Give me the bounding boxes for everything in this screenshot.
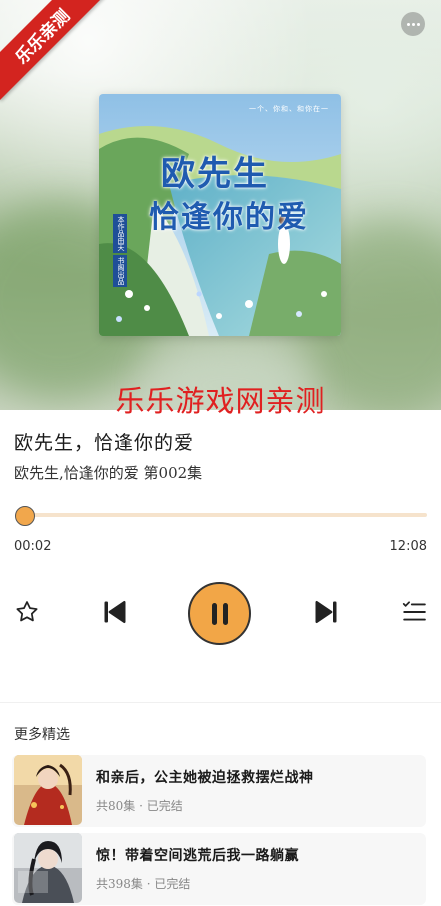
- cover-side-label: 本作品由天: [113, 214, 127, 253]
- completion-status: 已完结: [146, 799, 183, 813]
- recommendation-meta: 共398集 · 已完结: [96, 875, 190, 892]
- recommendation-thumbnail: [14, 755, 82, 825]
- cover-tagline: 一个、你和、和你在一: [249, 105, 329, 113]
- episode-count: 共398集: [96, 877, 143, 891]
- favorite-button[interactable]: [12, 597, 42, 627]
- album-cover: 一个、你和、和你在一 欧先生 恰逢你的爱 本作品由天 书阁出品: [99, 94, 341, 336]
- more-dot-icon: [406, 22, 410, 26]
- section-divider: [0, 702, 441, 703]
- recommendation-title: 惊！带着空间逃荒后我一路躺赢: [96, 848, 299, 864]
- skip-next-icon: [315, 600, 337, 624]
- more-options-button[interactable]: [401, 12, 425, 36]
- playlist-button[interactable]: [399, 597, 429, 627]
- skip-previous-icon: [104, 600, 126, 624]
- recommendation-thumbnail: [14, 833, 82, 903]
- progress-thumb[interactable]: [15, 506, 36, 526]
- thumbnail-art: [14, 755, 82, 825]
- more-dot-icon: [416, 22, 420, 26]
- center-watermark: 乐乐游戏网亲测: [115, 384, 326, 418]
- more-dot-icon: [411, 22, 415, 26]
- track-subtitle: 欧先生,恰逢你的爱 第002集: [14, 464, 203, 482]
- current-time: 00:02: [14, 539, 52, 554]
- cover-side-label: 书阁出品: [113, 255, 127, 287]
- playlist-icon: [402, 601, 426, 621]
- next-button[interactable]: [311, 597, 341, 627]
- cover-title-line2: 恰逢你的爱: [149, 200, 309, 235]
- star-outline-icon: [16, 601, 38, 622]
- total-time: 12:08: [389, 539, 427, 554]
- cover-title-line1: 欧先生: [161, 154, 269, 194]
- thumbnail-art: [14, 833, 82, 903]
- hero-background: 一个、你和、和你在一 欧先生 恰逢你的爱 本作品由天 书阁出品: [0, 0, 441, 410]
- pause-button[interactable]: [188, 582, 251, 645]
- recommendation-card[interactable]: 和亲后，公主她被迫拯救摆烂战神 共80集 · 已完结: [12, 755, 426, 827]
- completion-status: 已完结: [154, 877, 191, 891]
- recommendation-card[interactable]: 惊！带着空间逃荒后我一路躺赢 共398集 · 已完结: [12, 833, 426, 905]
- cover-side-labels: 本作品由天 书阁出品: [113, 214, 127, 287]
- recommendation-title: 和亲后，公主她被迫拯救摆烂战神: [96, 770, 314, 786]
- progress-bar[interactable]: [24, 513, 427, 517]
- episode-count: 共80集: [96, 799, 136, 813]
- track-title: 欧先生，恰逢你的爱: [14, 432, 195, 454]
- meta-separator: ·: [139, 799, 147, 813]
- previous-button[interactable]: [100, 597, 130, 627]
- pause-icon: [211, 602, 228, 625]
- recommendation-meta: 共80集 · 已完结: [96, 797, 183, 814]
- more-section-title: 更多精选: [14, 727, 70, 743]
